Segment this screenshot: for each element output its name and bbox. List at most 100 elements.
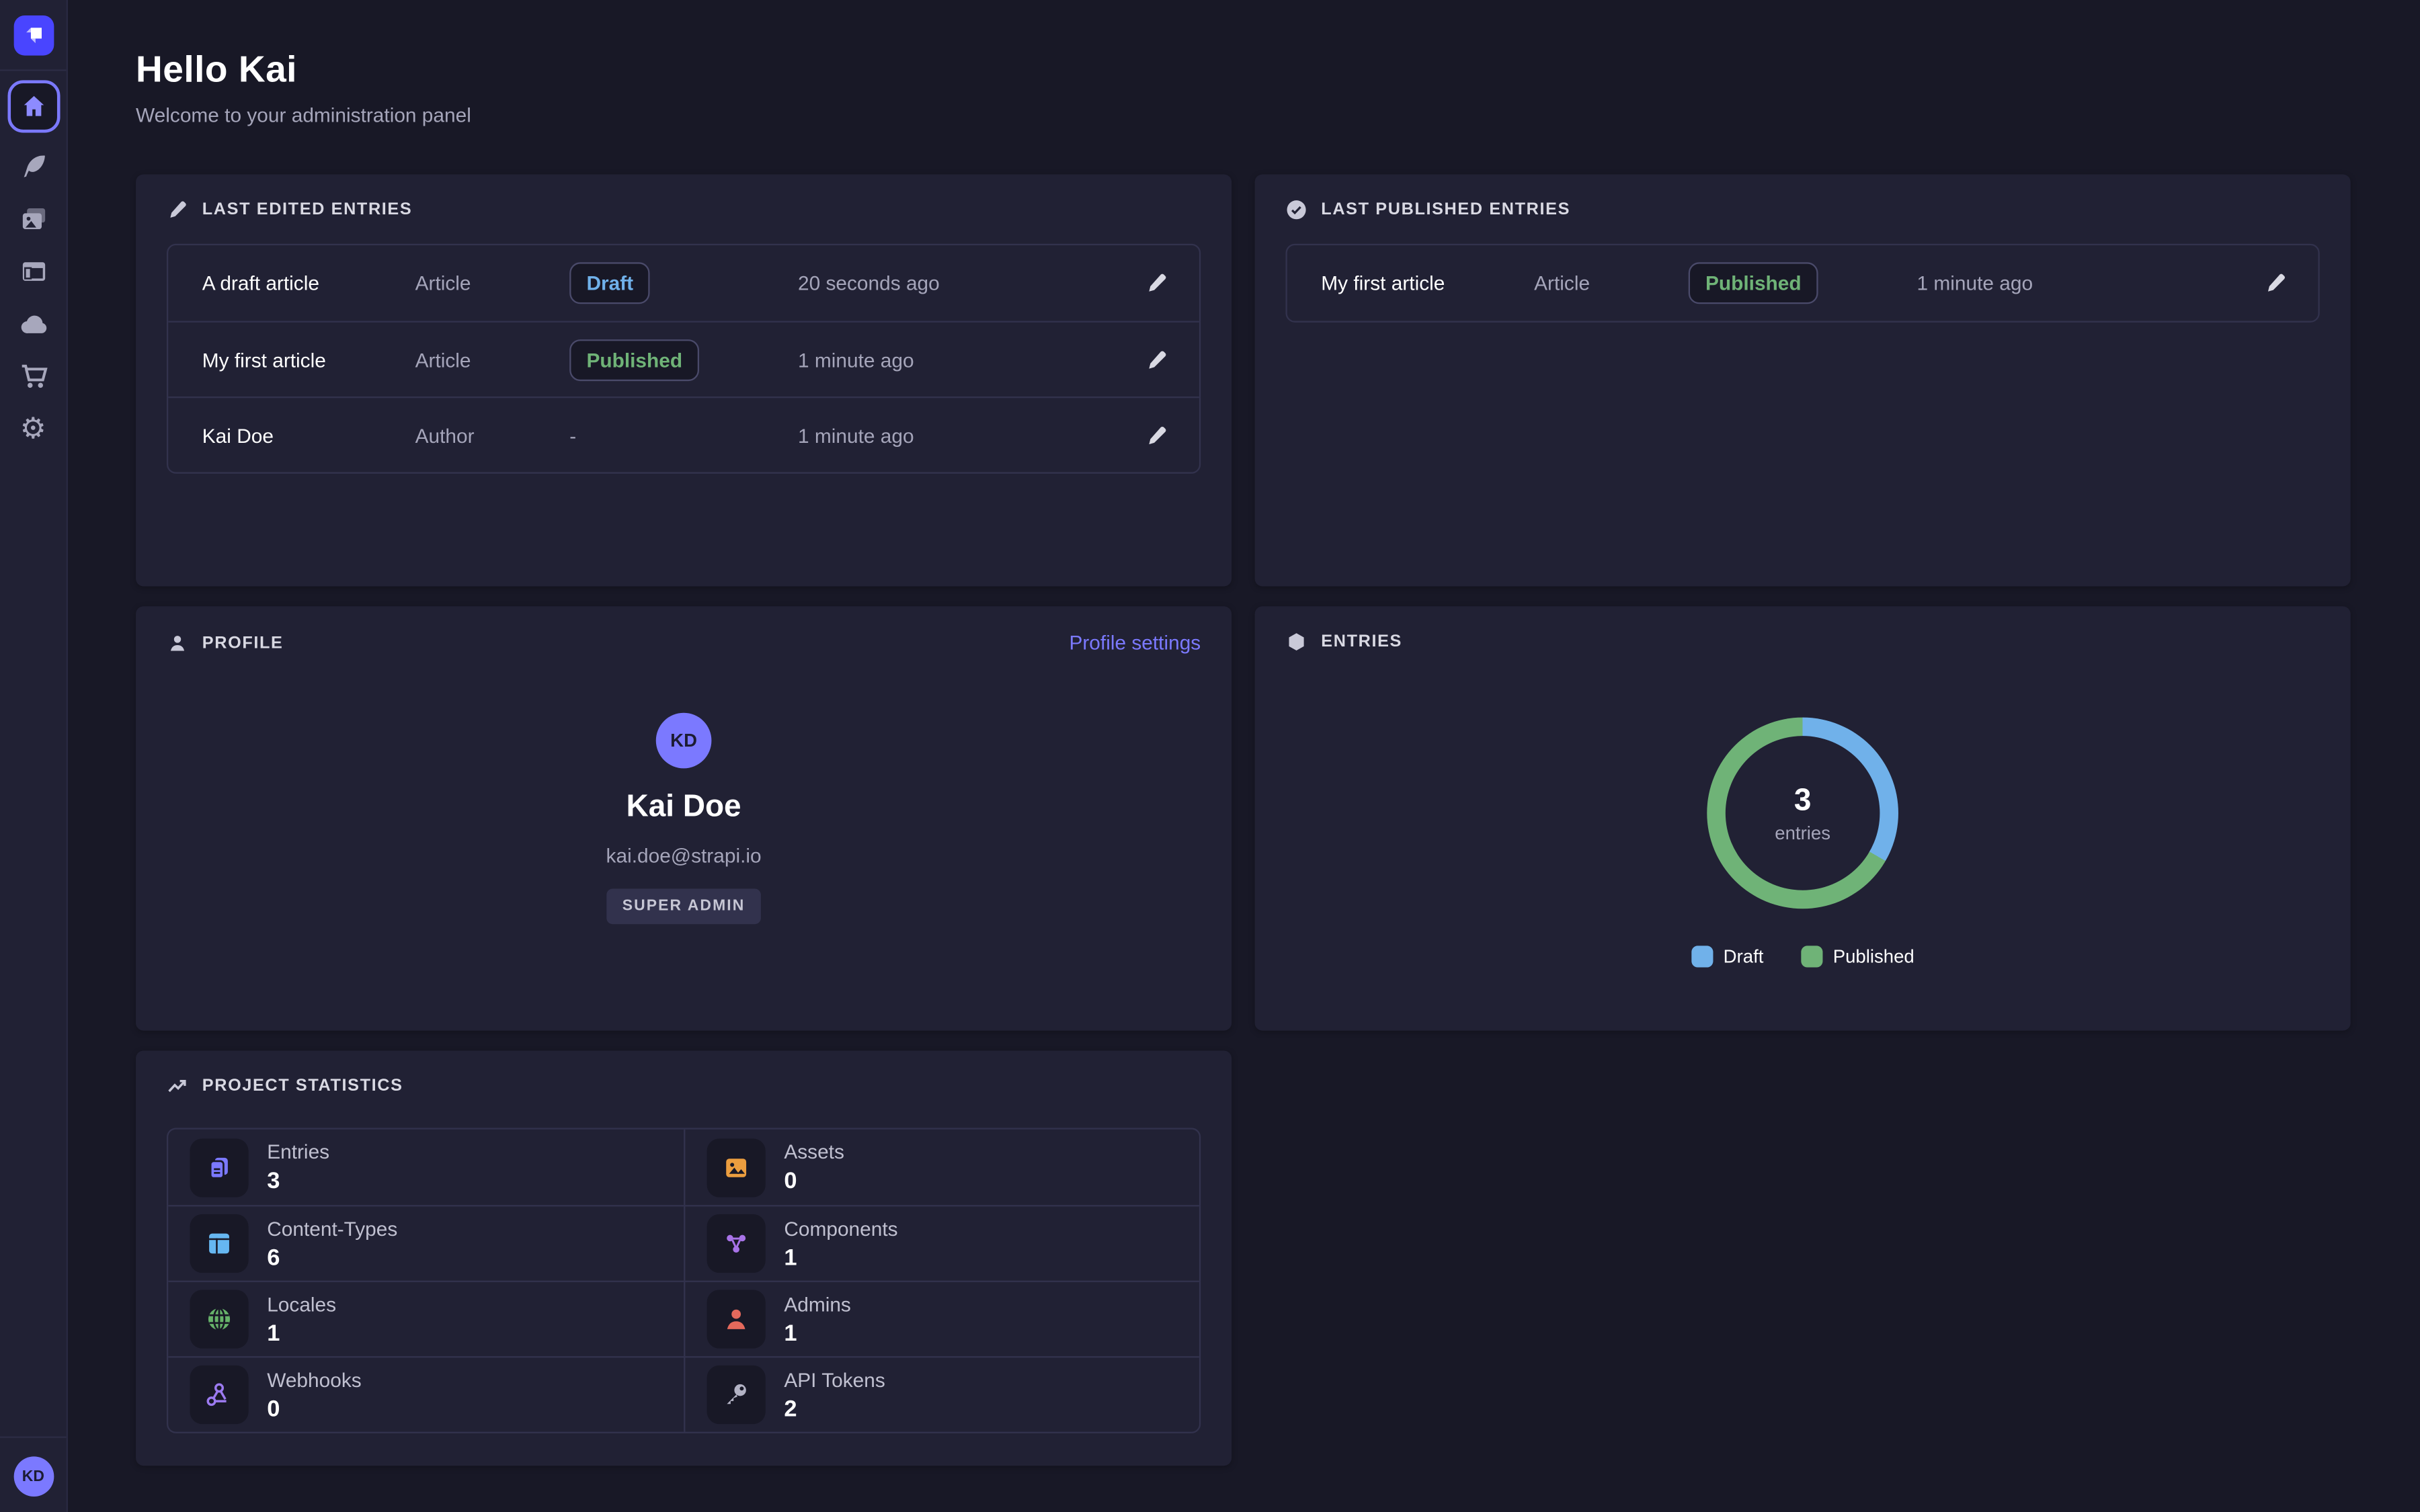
table-row: My first article Article Published 1 min… (1287, 245, 2318, 321)
strapi-logo-icon[interactable] (13, 15, 54, 55)
last-edited-entries-card: LAST EDITED ENTRIES A draft article Arti… (136, 174, 1232, 586)
edit-entry-button[interactable] (2226, 265, 2294, 301)
table-row: My first article Article Published 1 min… (168, 321, 1199, 397)
legend-item-published: Published (1801, 946, 1914, 967)
entry-kind: Author (415, 423, 570, 446)
pencil-icon (167, 199, 188, 220)
edit-entry-button[interactable] (1106, 417, 1174, 453)
stat-label: Content-Types (267, 1216, 397, 1239)
entry-kind: Article (415, 271, 570, 294)
entry-name: A draft article (202, 271, 415, 294)
stat-components: Components 1 (684, 1205, 1199, 1281)
stat-label: Locales (267, 1292, 336, 1315)
stat-locales: Locales 1 (168, 1281, 684, 1357)
profile-email: kai.doe@strapi.io (606, 844, 762, 867)
stat-assets: Assets 0 (684, 1130, 1199, 1206)
legend-label: Draft (1724, 946, 1764, 967)
page-subtitle: Welcome to your administration panel (136, 103, 471, 126)
pencil-icon (2264, 271, 2287, 294)
edit-entry-button[interactable] (1106, 265, 1174, 301)
card-title: PROFILE (202, 633, 284, 652)
donut-center: 3 entries (1726, 736, 1880, 890)
last-edited-table: A draft article Article Draft 20 seconds… (167, 244, 1201, 474)
card-header: PROFILE Profile settings (136, 606, 1232, 673)
entry-name: My first article (1321, 271, 1534, 294)
profile-name: Kai Doe (627, 790, 741, 826)
entry-updated: 1 minute ago (798, 423, 1106, 446)
stat-value: 0 (784, 1168, 844, 1194)
sidebar-item-home[interactable] (7, 80, 59, 132)
card-title: LAST PUBLISHED ENTRIES (1321, 200, 1570, 219)
sidebar-item-marketplace[interactable] (15, 358, 52, 395)
chart-legend: Draft Published (1255, 946, 2351, 967)
stat-value: 1 (267, 1320, 336, 1346)
avatar[interactable]: KD (656, 713, 712, 769)
table-row: A draft article Article Draft 20 seconds… (168, 245, 1199, 321)
edit-entry-button[interactable] (1106, 342, 1174, 378)
card-header: LAST PUBLISHED ENTRIES (1255, 174, 2351, 239)
documents-icon (190, 1138, 248, 1196)
card-header: PROJECT STATISTICS (136, 1051, 1232, 1116)
cart-icon (17, 361, 48, 392)
statistics-table: Entries 3 Assets 0 (167, 1128, 1201, 1433)
sidebar-footer: KD (0, 1437, 67, 1512)
last-published-entries-card: LAST PUBLISHED ENTRIES My first article … (1255, 174, 2351, 586)
webhook-icon (190, 1366, 248, 1424)
stat-label: Entries (267, 1140, 329, 1163)
sidebar-item-media-library[interactable] (15, 200, 52, 237)
pencil-icon (1145, 348, 1168, 371)
status-badge: Draft (569, 262, 650, 304)
home-icon (19, 93, 47, 120)
globe-icon (190, 1290, 248, 1348)
images-icon (17, 204, 48, 235)
stat-label: API Tokens (784, 1368, 885, 1390)
pencil-icon (1145, 423, 1168, 446)
user-avatar[interactable]: KD (13, 1456, 54, 1497)
entry-updated: 1 minute ago (798, 348, 1106, 371)
check-circle-icon (1286, 199, 1307, 220)
feather-icon (17, 151, 48, 182)
status-empty: - (569, 423, 798, 446)
entry-updated: 1 minute ago (1917, 271, 2226, 294)
sidebar-item-content-type-builder[interactable] (15, 253, 52, 290)
user-icon (167, 632, 188, 653)
user-icon (707, 1290, 766, 1348)
entries-card: ENTRIES 3 entries Draft Published (1255, 606, 2351, 1030)
card-title: LAST EDITED ENTRIES (202, 200, 413, 219)
entry-kind: Article (1534, 271, 1689, 294)
legend-swatch-draft (1691, 946, 1712, 967)
logo-section (0, 0, 67, 71)
cloud-icon (17, 308, 48, 339)
sidebar: ⚙ KD (0, 0, 68, 1512)
entry-name: My first article (202, 348, 415, 371)
entry-updated: 20 seconds ago (798, 271, 1106, 294)
entry-name: Kai Doe (202, 423, 415, 446)
profile-settings-link[interactable]: Profile settings (1069, 631, 1201, 654)
stat-value: 2 (784, 1396, 885, 1422)
card-header: LAST EDITED ENTRIES (136, 174, 1232, 239)
stat-admins: Admins 1 (684, 1281, 1199, 1357)
card-title: PROJECT STATISTICS (202, 1077, 403, 1096)
legend-label: Published (1833, 946, 1914, 967)
layout-icon (17, 256, 48, 287)
sidebar-item-settings[interactable]: ⚙ (15, 411, 52, 448)
stat-webhooks: Webhooks 0 (168, 1356, 684, 1432)
card-header: ENTRIES (1255, 606, 2351, 671)
strapi-logo-glyph (19, 21, 47, 48)
status-badge: Published (569, 339, 699, 380)
stat-api-tokens: API Tokens 2 (684, 1356, 1199, 1432)
sidebar-item-content-manager[interactable] (15, 148, 52, 185)
legend-swatch-published (1801, 946, 1822, 967)
entry-kind: Article (415, 348, 570, 371)
cube-icon (1286, 631, 1307, 653)
stat-value: 6 (267, 1245, 397, 1271)
page-header: Hello Kai Welcome to your administration… (136, 49, 471, 126)
stat-value: 1 (784, 1320, 851, 1346)
picture-icon (707, 1138, 766, 1196)
sidebar-item-deploy[interactable] (15, 306, 52, 343)
sidebar-nav: ⚙ (7, 71, 59, 448)
project-statistics-card: PROJECT STATISTICS Entries 3 (136, 1051, 1232, 1466)
strapi-admin-dashboard: ⚙ KD Hello Kai Welcome to your administr… (0, 0, 2420, 1512)
entries-unit: entries (1775, 822, 1830, 843)
profile-card: PROFILE Profile settings KD Kai Doe kai.… (136, 606, 1232, 1030)
